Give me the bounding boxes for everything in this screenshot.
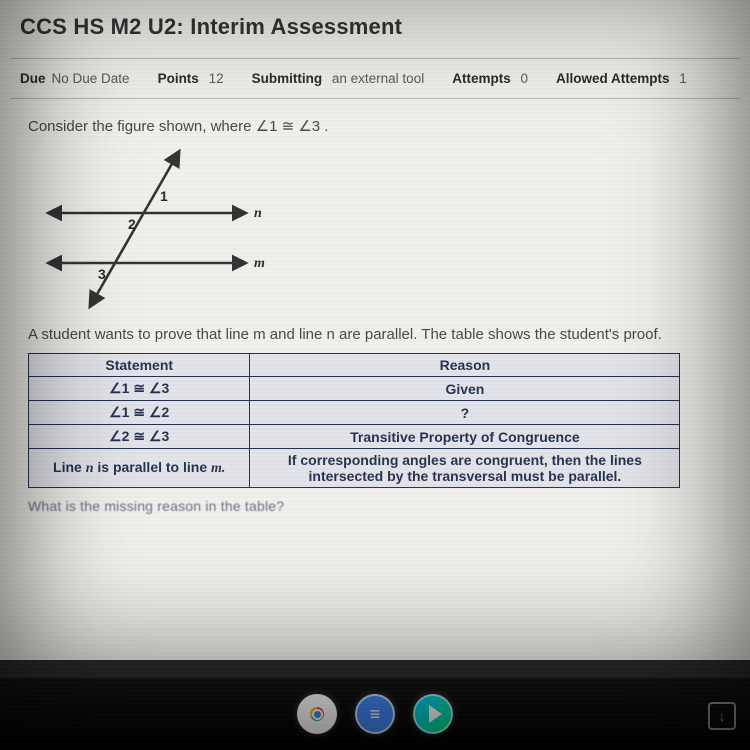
- table-row: ∠1 ≅ ∠2 ?: [29, 401, 680, 425]
- line-n-label: n: [254, 206, 262, 221]
- screenshot-indicator-icon[interactable]: [708, 702, 736, 730]
- bottom-fade: [0, 570, 750, 660]
- table-header-row: Statement Reason: [29, 354, 680, 377]
- play-store-icon[interactable]: [413, 694, 453, 734]
- table-row: Line n is parallel to line m. If corresp…: [29, 449, 680, 488]
- reason-4: If corresponding angles are congruent, t…: [250, 449, 680, 488]
- reason-3: Transitive Property of Congruence: [250, 425, 680, 449]
- col-statement: Statement: [29, 354, 250, 377]
- figure-svg: 1 2 3 n m: [32, 143, 292, 313]
- meta-attempts: Attempts 0: [452, 71, 528, 86]
- table-row: ∠1 ≅ ∠3 Given: [29, 377, 680, 401]
- question-content: Consider the figure shown, where ∠1 ≅ ∠3…: [0, 111, 750, 520]
- stmt-3: ∠2 ≅ ∠3: [29, 425, 250, 449]
- question-followup: A student wants to prove that line m and…: [28, 326, 722, 343]
- google-docs-icon[interactable]: ≡: [355, 694, 395, 734]
- angle-3-label: 3: [98, 266, 106, 282]
- cutoff-text: What is the missing reason in the table?: [28, 498, 722, 514]
- stmt-2: ∠1 ≅ ∠2: [29, 401, 250, 425]
- os-taskbar: ≡: [0, 678, 750, 750]
- angle-1-label: 1: [160, 188, 168, 204]
- chrome-icon[interactable]: [297, 694, 337, 734]
- col-reason: Reason: [250, 354, 680, 377]
- reason-2-missing: ?: [250, 401, 680, 425]
- proof-table: Statement Reason ∠1 ≅ ∠3 Given ∠1 ≅ ∠2 ?…: [28, 353, 680, 488]
- stmt-4: Line n is parallel to line m.: [29, 449, 250, 488]
- reason-1: Given: [250, 377, 680, 401]
- table-row: ∠2 ≅ ∠3 Transitive Property of Congruenc…: [29, 425, 680, 449]
- page-title: CCS HS M2 U2: Interim Assessment: [20, 14, 730, 40]
- meta-allowed: Allowed Attempts 1: [556, 71, 687, 86]
- meta-due: DueNo Due Date: [20, 71, 130, 86]
- assignment-meta: DueNo Due Date Points 12 Submitting an e…: [0, 59, 750, 98]
- page-header: CCS HS M2 U2: Interim Assessment: [0, 0, 750, 58]
- question-prompt: Consider the figure shown, where ∠1 ≅ ∠3…: [28, 117, 722, 135]
- lms-page: CCS HS M2 U2: Interim Assessment DueNo D…: [0, 0, 750, 660]
- angle-2-label: 2: [128, 216, 136, 232]
- geometry-figure: 1 2 3 n m: [32, 143, 722, 318]
- divider: [10, 98, 740, 99]
- line-m-label: m: [254, 256, 265, 271]
- stmt-1: ∠1 ≅ ∠3: [29, 377, 250, 401]
- meta-points: Points 12: [158, 71, 224, 86]
- meta-submitting: Submitting an external tool: [252, 71, 425, 86]
